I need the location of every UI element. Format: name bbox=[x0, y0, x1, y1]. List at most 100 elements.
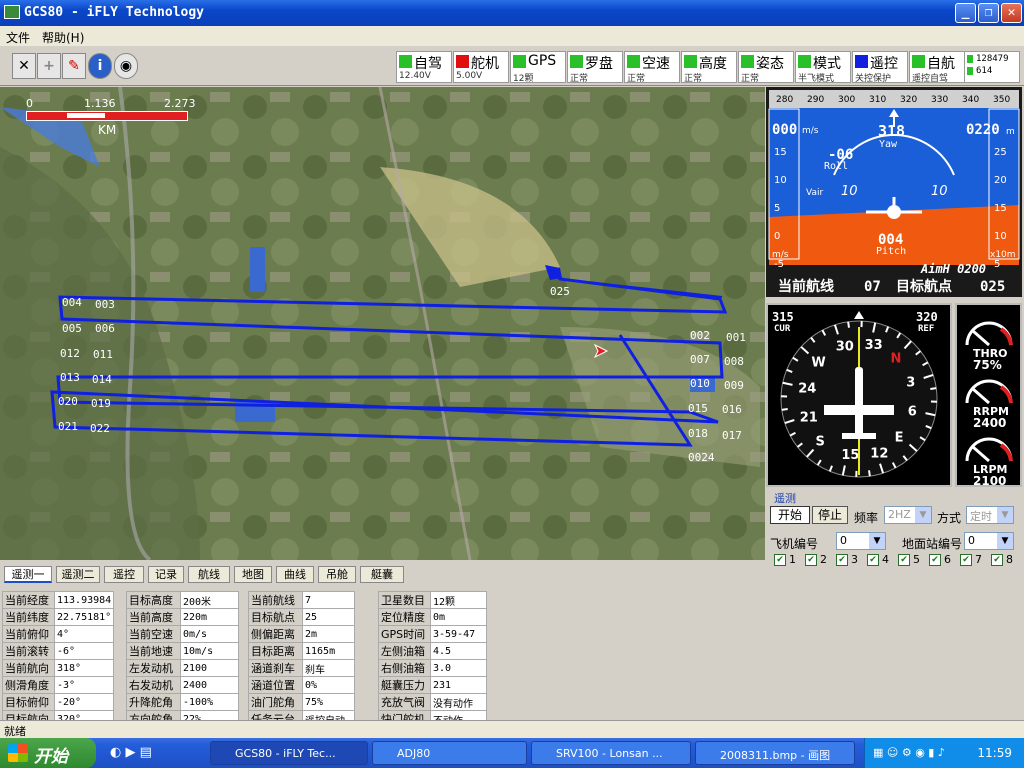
pfd-canvas: 280 290 300 310 320 330 340 350 15 10 5 0 -5 25 20 15… bbox=[768, 90, 1020, 295]
channel-label: 3 bbox=[851, 553, 858, 566]
heading-tick-label: 320 bbox=[900, 95, 917, 105]
speed-tick-label: 0 bbox=[774, 231, 780, 242]
status-led-icon bbox=[798, 55, 811, 68]
alt-tick-label: 5 bbox=[994, 259, 1000, 270]
table-row: 目标航点 25 bbox=[248, 608, 355, 626]
waypoint-label[interactable]: 001 bbox=[726, 331, 746, 344]
menu-help[interactable]: 帮助(H) bbox=[42, 29, 84, 46]
tab-0[interactable]: 遥测一 bbox=[4, 566, 52, 583]
add-tool-icon[interactable]: + bbox=[37, 53, 61, 79]
map-canvas[interactable]: 001 002 003 004 005 006 007 008 009 010 011 012 013 0… bbox=[0, 87, 765, 560]
info-icon[interactable]: i bbox=[88, 53, 112, 79]
waypoint-label[interactable]: 016 bbox=[722, 403, 742, 416]
waypoint-label[interactable]: 015 bbox=[688, 402, 708, 415]
pitch-mark-right: 10 bbox=[931, 184, 948, 199]
heading-tick-label: 300 bbox=[838, 95, 855, 105]
waypoint-label[interactable]: 010 bbox=[690, 377, 710, 390]
task-adj80[interactable]: ADJ80 bbox=[372, 741, 527, 765]
tab-3[interactable]: 记录 bbox=[148, 566, 184, 583]
channel-checkbox[interactable]: ✔ bbox=[991, 554, 1003, 566]
field-label: 当前高度 bbox=[126, 608, 181, 626]
task-paint[interactable]: 2008311.bmp - 画图 bbox=[695, 741, 855, 765]
waypoint-label[interactable]: 006 bbox=[95, 322, 115, 335]
field-value: -6° bbox=[53, 642, 115, 660]
tab-8[interactable]: 艇囊 bbox=[360, 566, 404, 583]
eraser-tool-icon[interactable]: ✎ bbox=[62, 53, 86, 79]
tab-6[interactable]: 曲线 bbox=[276, 566, 314, 583]
cross-tool-icon[interactable]: ✕ bbox=[12, 53, 36, 79]
pitch-label: Pitch bbox=[876, 246, 906, 257]
status-9: 自航 遥控自驾 bbox=[909, 51, 965, 84]
tab-5[interactable]: 地图 bbox=[234, 566, 272, 583]
maximize-button[interactable]: ❐ bbox=[978, 3, 999, 23]
waypoint-label[interactable]: 012 bbox=[60, 347, 80, 360]
task-gcs80[interactable]: GCS80 - iFLY Tec... bbox=[210, 741, 368, 765]
status-text: 就绪 bbox=[4, 725, 26, 738]
station-id-select[interactable]: 0 ▼ bbox=[964, 532, 1014, 550]
field-label: 左侧油箱 bbox=[378, 642, 431, 660]
altitude-unit: m bbox=[1006, 127, 1015, 137]
tab-1[interactable]: 遥测二 bbox=[56, 566, 100, 583]
data-table-1: 目标高度 200米 当前高度 220m 当前空速 0m/s 当前地速 10m/s 左发动机 210… bbox=[126, 591, 239, 728]
clock[interactable]: 11:59 bbox=[977, 746, 1012, 760]
field-value: -20° bbox=[53, 693, 115, 711]
roll-label: Roll bbox=[824, 161, 848, 172]
tray-icons[interactable]: ▦ ☺ ⚙ ◉ ▮ ♪ bbox=[873, 746, 945, 759]
start-button[interactable]: 开始 bbox=[770, 506, 810, 524]
waypoint-label[interactable]: 004 bbox=[62, 296, 82, 309]
minimize-button[interactable]: _ bbox=[955, 3, 976, 23]
task-srv100[interactable]: SRV100 - Lonsan ... bbox=[531, 741, 691, 765]
status-bar: 就绪 bbox=[0, 720, 1024, 738]
channel-checkbox[interactable]: ✔ bbox=[960, 554, 972, 566]
map-view[interactable]: 001 002 003 004 005 006 007 008 009 010 011 012 013 0… bbox=[0, 87, 765, 560]
waypoint-label[interactable]: 025 bbox=[550, 285, 570, 298]
waypoint-label[interactable]: 0024 bbox=[688, 451, 715, 464]
waypoint-label[interactable]: 008 bbox=[724, 355, 744, 368]
channel-checkbox[interactable]: ✔ bbox=[836, 554, 848, 566]
status-label: 模式 bbox=[813, 56, 841, 72]
waypoint-label[interactable]: 019 bbox=[91, 397, 111, 410]
channel-checkbox[interactable]: ✔ bbox=[805, 554, 817, 566]
waypoint-label[interactable]: 003 bbox=[95, 298, 115, 311]
channel-checkbox[interactable]: ✔ bbox=[929, 554, 941, 566]
channel-checkbox[interactable]: ✔ bbox=[898, 554, 910, 566]
waypoint-label[interactable]: 009 bbox=[724, 379, 744, 392]
tab-2[interactable]: 遥控 bbox=[104, 566, 144, 583]
waypoint-label[interactable]: 014 bbox=[92, 373, 112, 386]
waypoint-label[interactable]: 011 bbox=[93, 348, 113, 361]
tab-7[interactable]: 吊舱 bbox=[318, 566, 356, 583]
channel-checkbox[interactable]: ✔ bbox=[867, 554, 879, 566]
channel-checkbox[interactable]: ✔ bbox=[774, 554, 786, 566]
field-value: 1165m bbox=[302, 642, 355, 660]
status-led-icon bbox=[627, 55, 640, 68]
stop-button[interactable]: 停止 bbox=[812, 506, 848, 524]
station-id-label: 地面站编号 bbox=[902, 537, 963, 551]
plane-id-select[interactable]: 0 ▼ bbox=[836, 532, 886, 550]
field-value: 318° bbox=[53, 659, 115, 677]
waypoint-label[interactable]: 022 bbox=[90, 422, 110, 435]
menu-file[interactable]: 文件 bbox=[6, 29, 30, 46]
speaker-icon[interactable]: ◉ bbox=[114, 53, 138, 79]
waypoint-label[interactable]: 017 bbox=[722, 429, 742, 442]
field-label: 定位精度 bbox=[378, 608, 431, 626]
waypoint-label[interactable]: 021 bbox=[58, 420, 78, 433]
waypoint-label[interactable]: 002 bbox=[690, 329, 710, 342]
close-button[interactable]: ✕ bbox=[1001, 3, 1022, 23]
quicklaunch-icon[interactable]: ◐ ▶ ▤ bbox=[110, 745, 152, 760]
field-label: 当前滚转 bbox=[2, 642, 55, 660]
menu-bar: 文件 帮助(H) bbox=[0, 26, 1024, 46]
mode-select[interactable]: 定时 ▼ bbox=[966, 506, 1014, 524]
freq-select[interactable]: 2HZ ▼ bbox=[884, 506, 932, 524]
field-label: 当前俯仰 bbox=[2, 625, 55, 643]
waypoint-label[interactable]: 018 bbox=[688, 427, 708, 440]
start-button[interactable]: 开始 bbox=[0, 738, 96, 768]
table-row: 充放气阀 没有动作 bbox=[378, 693, 487, 711]
waypoint-label[interactable]: 007 bbox=[690, 353, 710, 366]
waypoint-label[interactable]: 020 bbox=[58, 395, 78, 408]
field-value: 3.0 bbox=[430, 659, 487, 677]
waypoint-label[interactable]: 005 bbox=[62, 322, 82, 335]
tab-4[interactable]: 航线 bbox=[188, 566, 230, 583]
status-sub: 正常 bbox=[684, 74, 703, 84]
field-value: 7 bbox=[302, 591, 355, 609]
waypoint-label[interactable]: 013 bbox=[60, 371, 80, 384]
